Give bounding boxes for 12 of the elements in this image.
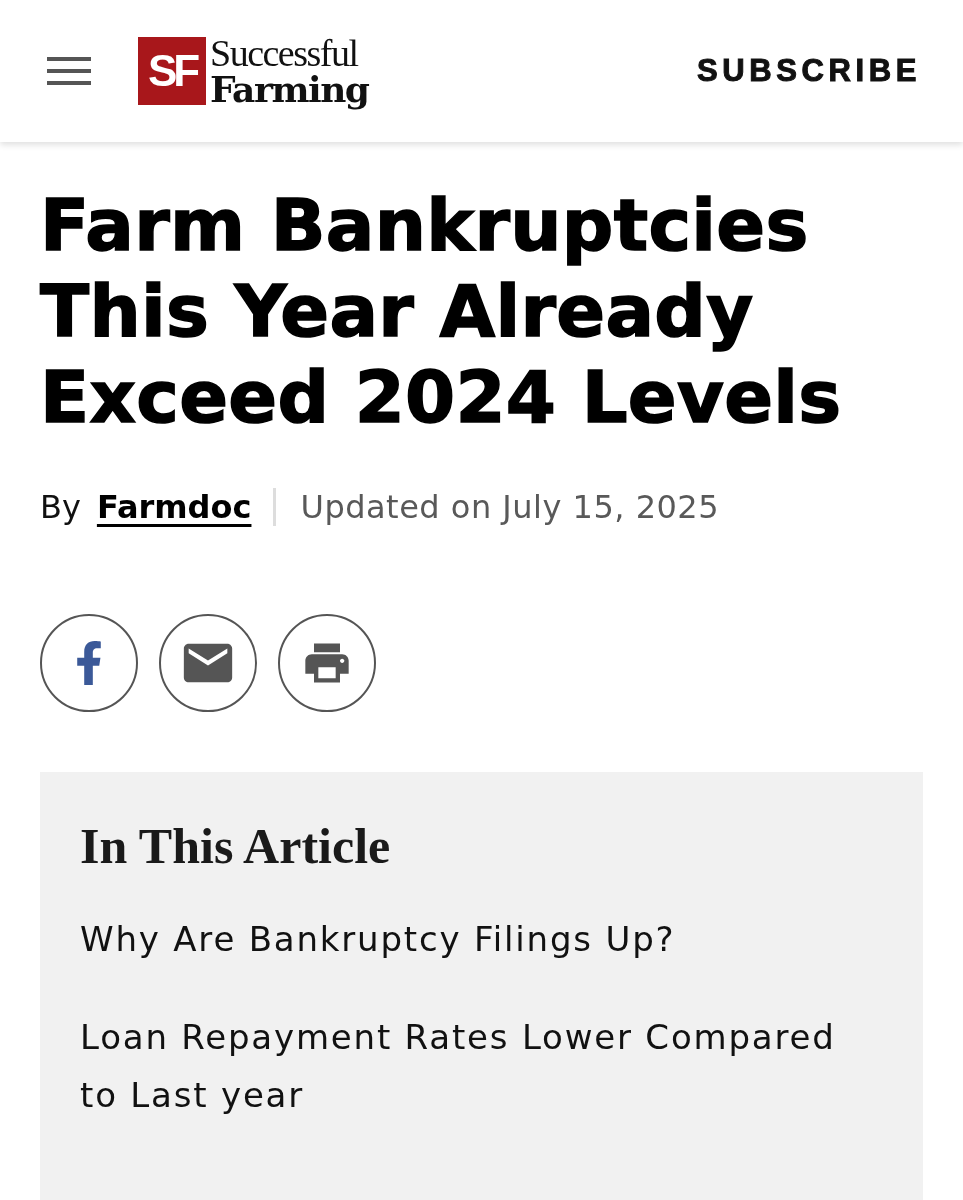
article-title: Farm Bankruptcies This Year Already Exceed 2024 Levels <box>40 182 843 440</box>
logo-mark[interactable]: SF <box>138 37 206 105</box>
updated-date: Updated on July 15, 2025 <box>300 488 720 526</box>
author-link[interactable]: Farmdoc <box>96 488 252 526</box>
logo-wordmark[interactable]: Successful <box>210 37 369 69</box>
toc-link[interactable]: Why Are Bankruptcy Filings Up? <box>80 910 883 968</box>
subscribe-link[interactable]: SUBSCRIBE <box>697 53 921 89</box>
toc-link[interactable]: Loan Repayment Rates Lower Compared to Last year <box>80 1008 883 1124</box>
byline-prefix: By <box>40 488 81 526</box>
logo-wordmark[interactable]: Farming <box>210 69 369 109</box>
menu-button[interactable] <box>47 57 91 85</box>
toc-heading: In This Article <box>80 817 392 876</box>
